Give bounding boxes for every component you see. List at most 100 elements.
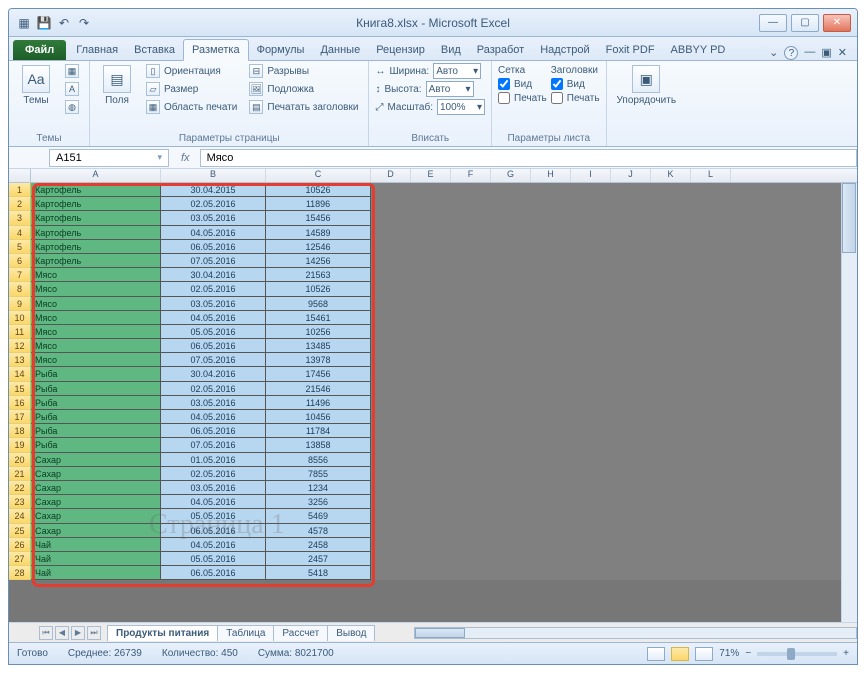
row-header[interactable]: 12 — [9, 339, 31, 353]
cell[interactable]: Рыба — [31, 396, 161, 410]
theme-colors-button[interactable]: ▦ — [61, 63, 83, 79]
cell[interactable]: Мясо — [31, 353, 161, 367]
row-header[interactable]: 3 — [9, 211, 31, 225]
col-header-G[interactable]: G — [491, 169, 531, 182]
gridlines-print-check[interactable]: Печать — [498, 92, 547, 104]
sheet-tab-1[interactable]: Таблица — [217, 625, 274, 641]
scale-combo[interactable]: 100%▾ — [437, 99, 485, 115]
row-header[interactable]: 13 — [9, 353, 31, 367]
cell[interactable]: Мясо — [31, 282, 161, 296]
cell[interactable]: Рыба — [31, 382, 161, 396]
formula-input[interactable]: Мясо — [200, 149, 857, 167]
cell[interactable]: 05.05.2016 — [161, 552, 266, 566]
row-header[interactable]: 24 — [9, 509, 31, 523]
tab-data[interactable]: Данные — [312, 40, 368, 60]
row-header[interactable]: 21 — [9, 467, 31, 481]
tab-insert[interactable]: Вставка — [126, 40, 183, 60]
row-header[interactable]: 14 — [9, 367, 31, 381]
row-header[interactable]: 2 — [9, 197, 31, 211]
cell[interactable]: 4578 — [266, 524, 371, 538]
maximize-button[interactable]: ▢ — [791, 14, 819, 32]
inner-minimize-icon[interactable]: — — [804, 46, 815, 60]
inner-restore-icon[interactable]: ▣ — [821, 46, 831, 60]
cell[interactable]: 14256 — [266, 254, 371, 268]
headings-view-check[interactable]: Вид — [551, 78, 600, 90]
tab-developer[interactable]: Разработ — [469, 40, 532, 60]
cell[interactable]: 13978 — [266, 353, 371, 367]
row-header[interactable]: 1 — [9, 183, 31, 197]
cell[interactable]: 30.04.2015 — [161, 183, 266, 197]
row-header[interactable]: 11 — [9, 325, 31, 339]
cell[interactable]: 07.05.2016 — [161, 254, 266, 268]
cell[interactable]: Чай — [31, 538, 161, 552]
cell[interactable]: 07.05.2016 — [161, 438, 266, 452]
inner-close-icon[interactable]: ✕ — [838, 46, 847, 60]
cell[interactable]: 11496 — [266, 396, 371, 410]
cell[interactable]: 05.05.2016 — [161, 325, 266, 339]
cell[interactable]: 03.05.2016 — [161, 297, 266, 311]
cell[interactable]: Рыба — [31, 367, 161, 381]
view-page-layout-button[interactable] — [671, 647, 689, 661]
view-normal-button[interactable] — [647, 647, 665, 661]
col-header-I[interactable]: I — [571, 169, 611, 182]
tab-abbyy[interactable]: ABBYY PD — [663, 40, 734, 60]
redo-icon[interactable]: ↷ — [75, 14, 93, 32]
tab-page-layout[interactable]: Разметка — [183, 39, 249, 61]
cell[interactable]: 15456 — [266, 211, 371, 225]
cell[interactable]: 14589 — [266, 226, 371, 240]
cell[interactable]: 5469 — [266, 509, 371, 523]
horizontal-scrollbar[interactable] — [414, 626, 857, 640]
cell[interactable]: Мясо — [31, 311, 161, 325]
zoom-value[interactable]: 71% — [719, 648, 739, 659]
cell[interactable]: 04.05.2016 — [161, 495, 266, 509]
cell[interactable]: Картофель — [31, 183, 161, 197]
undo-icon[interactable]: ↶ — [55, 14, 73, 32]
cell[interactable]: 11784 — [266, 424, 371, 438]
help-icon[interactable]: ? — [784, 46, 798, 60]
row-header[interactable]: 23 — [9, 495, 31, 509]
tab-addins[interactable]: Надстрой — [532, 40, 597, 60]
tab-foxit[interactable]: Foxit PDF — [598, 40, 663, 60]
zoom-out-icon[interactable]: − — [745, 648, 751, 659]
cell[interactable]: Мясо — [31, 268, 161, 282]
gridlines-view-check[interactable]: Вид — [498, 78, 547, 90]
row-header[interactable]: 8 — [9, 282, 31, 296]
cell[interactable]: 06.05.2016 — [161, 566, 266, 580]
sheet-tab-0[interactable]: Продукты питания — [107, 625, 218, 641]
worksheet-grid[interactable]: A B C D E F G H I J K L 1Картофель30.04.… — [9, 169, 857, 622]
sheet-nav-next-icon[interactable]: ▶ — [71, 626, 85, 640]
themes-button[interactable]: Aa Темы — [15, 63, 57, 108]
zoom-slider[interactable] — [757, 652, 837, 656]
width-combo[interactable]: Авто▾ — [433, 63, 481, 79]
row-header[interactable]: 22 — [9, 481, 31, 495]
sheet-tab-2[interactable]: Рассчет — [273, 625, 328, 641]
cell[interactable]: 03.05.2016 — [161, 211, 266, 225]
cell[interactable]: Рыба — [31, 410, 161, 424]
cell[interactable]: 11896 — [266, 197, 371, 211]
cell[interactable]: 10526 — [266, 282, 371, 296]
sheet-nav-last-icon[interactable]: ⏭ — [87, 626, 101, 640]
cell[interactable]: 10526 — [266, 183, 371, 197]
cell[interactable]: 07.05.2016 — [161, 353, 266, 367]
col-header-C[interactable]: C — [266, 169, 371, 182]
cell[interactable]: 06.05.2016 — [161, 524, 266, 538]
orientation-button[interactable]: ▯Ориентация — [142, 63, 241, 79]
cell[interactable]: Картофель — [31, 254, 161, 268]
row-header[interactable]: 19 — [9, 438, 31, 452]
tab-view[interactable]: Вид — [433, 40, 469, 60]
row-header[interactable]: 25 — [9, 524, 31, 538]
row-header[interactable]: 9 — [9, 297, 31, 311]
cell[interactable]: 02.05.2016 — [161, 197, 266, 211]
cell[interactable]: 04.05.2016 — [161, 311, 266, 325]
row-header[interactable]: 18 — [9, 424, 31, 438]
sheet-tab-3[interactable]: Вывод — [327, 625, 375, 641]
row-header[interactable]: 10 — [9, 311, 31, 325]
print-area-button[interactable]: ▦Область печати — [142, 99, 241, 115]
minimize-button[interactable]: — — [759, 14, 787, 32]
col-header-B[interactable]: B — [161, 169, 266, 182]
headings-print-check[interactable]: Печать — [551, 92, 600, 104]
cell[interactable]: Мясо — [31, 339, 161, 353]
tab-file[interactable]: Файл — [13, 40, 66, 60]
select-all-corner[interactable] — [9, 169, 31, 182]
cell[interactable]: Сахар — [31, 453, 161, 467]
